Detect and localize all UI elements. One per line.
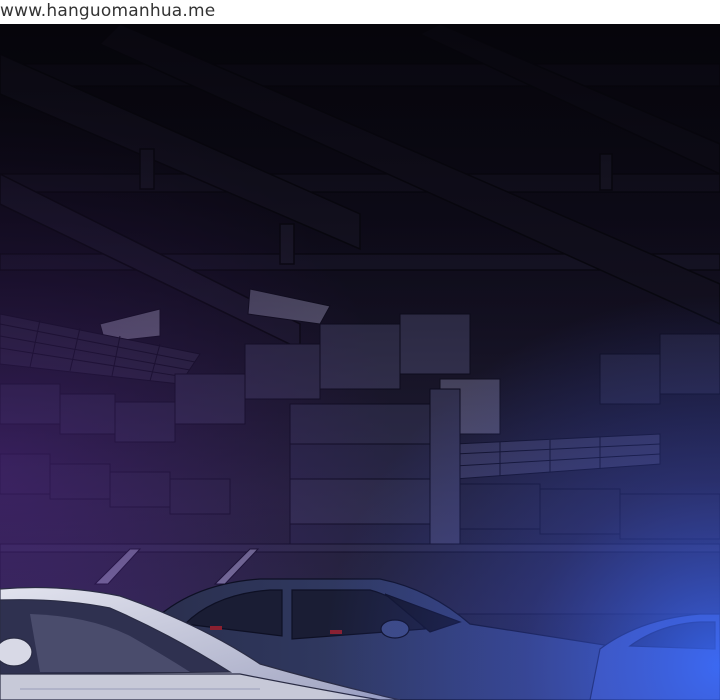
garage-illustration (0, 24, 720, 700)
comic-panel-parking-garage (0, 24, 720, 700)
blue-light-glow (0, 24, 720, 700)
watermark-bar: www.hanguomanhua.me (0, 0, 720, 24)
site-watermark: www.hanguomanhua.me (0, 1, 216, 21)
